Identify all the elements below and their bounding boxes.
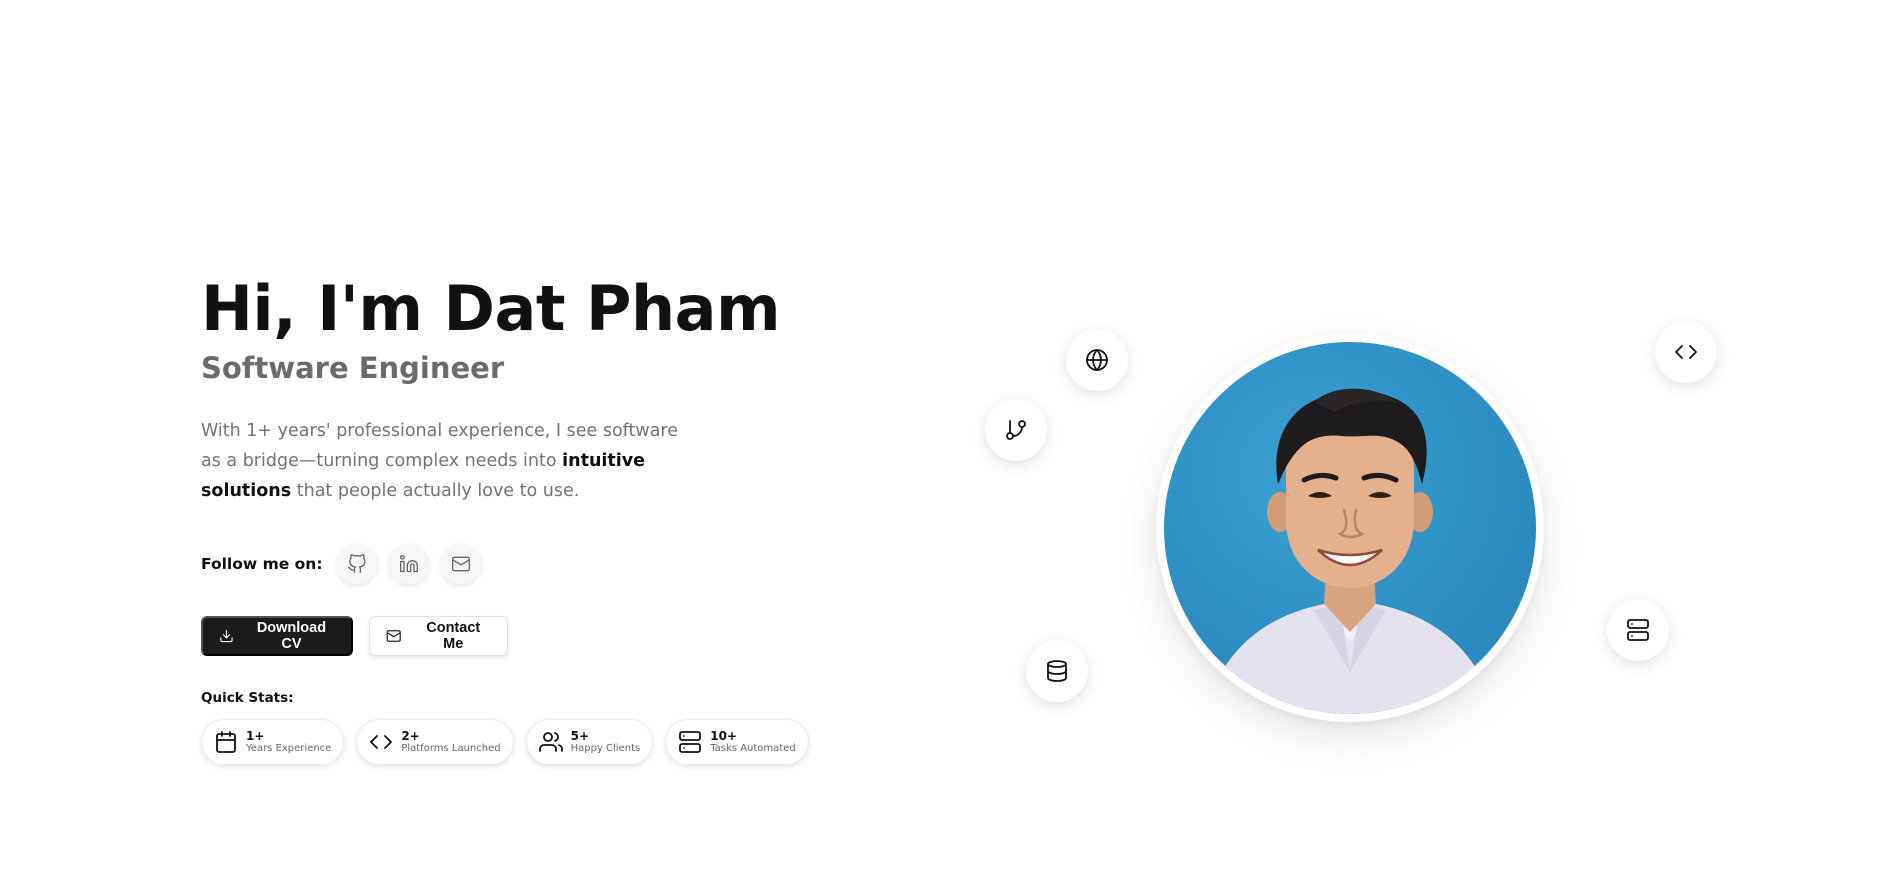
contact-me-label: Contact Me (426, 619, 481, 652)
download-icon (220, 629, 233, 643)
download-cv-label: Download CV (256, 619, 327, 652)
floating-code-button (1655, 321, 1717, 383)
stat-value: 2+ (401, 728, 420, 743)
database-icon (1047, 660, 1067, 682)
code-icon (1675, 345, 1697, 359)
hero-subtitle: Software Engineer (201, 351, 505, 386)
users-icon (538, 731, 563, 752)
profile-photo (1164, 342, 1536, 714)
download-cv-button[interactable]: Download CV (201, 615, 353, 656)
hero-bio: With 1+ years' professional experience, … (201, 416, 701, 506)
stat-value: 10+ (710, 728, 737, 743)
stat-happy-clients: 5+ Happy Clients (525, 718, 654, 765)
stat-value: 1+ (246, 728, 265, 743)
stat-label: Years Experience (246, 742, 332, 754)
stat-label: Happy Clients (570, 742, 641, 754)
calendar-icon (216, 730, 236, 753)
quick-stats-label: Quick Stats: (201, 689, 294, 706)
follow-row: Follow me on: (201, 543, 801, 584)
follow-label: Follow me on: (201, 554, 323, 573)
git-branch-icon (1006, 420, 1026, 440)
code-icon (370, 734, 393, 749)
mail-icon (386, 630, 401, 642)
floating-globe-button (1066, 329, 1128, 391)
github-link[interactable] (336, 543, 377, 584)
floating-server-button (1607, 599, 1669, 661)
contact-me-button[interactable]: Contact Me (369, 615, 508, 656)
stat-value: 5+ (570, 728, 590, 743)
linkedin-icon (399, 554, 418, 573)
floating-database-button (1026, 640, 1088, 702)
server-icon (679, 730, 702, 753)
stat-years-experience: 1+ Years Experience (201, 718, 345, 765)
hero-title: Hi, I'm Dat Pham (201, 272, 781, 345)
mail-icon (451, 556, 470, 572)
floating-git-branch-button (985, 399, 1047, 461)
stat-tasks-automated: 10+ Tasks Automated (665, 718, 809, 765)
email-link[interactable] (440, 543, 481, 584)
globe-icon (1086, 349, 1108, 371)
portrait-illustration (1204, 388, 1496, 714)
cta-buttons: Download CV Contact Me (201, 615, 801, 656)
stat-label: Tasks Automated (710, 742, 796, 754)
bio-text-end: that people actually love to use. (291, 480, 580, 501)
stat-platforms-launched: 2+ Platforms Launched (356, 718, 514, 765)
github-icon (347, 554, 366, 573)
linkedin-link[interactable] (388, 543, 429, 584)
stat-label: Platforms Launched (401, 742, 501, 754)
server-icon (1627, 619, 1649, 641)
quick-stats: 1+ Years Experience 2+ Platforms Launched … (201, 718, 809, 765)
hero-section: Hi, I'm Dat Pham Software Engineer With … (201, 272, 809, 765)
